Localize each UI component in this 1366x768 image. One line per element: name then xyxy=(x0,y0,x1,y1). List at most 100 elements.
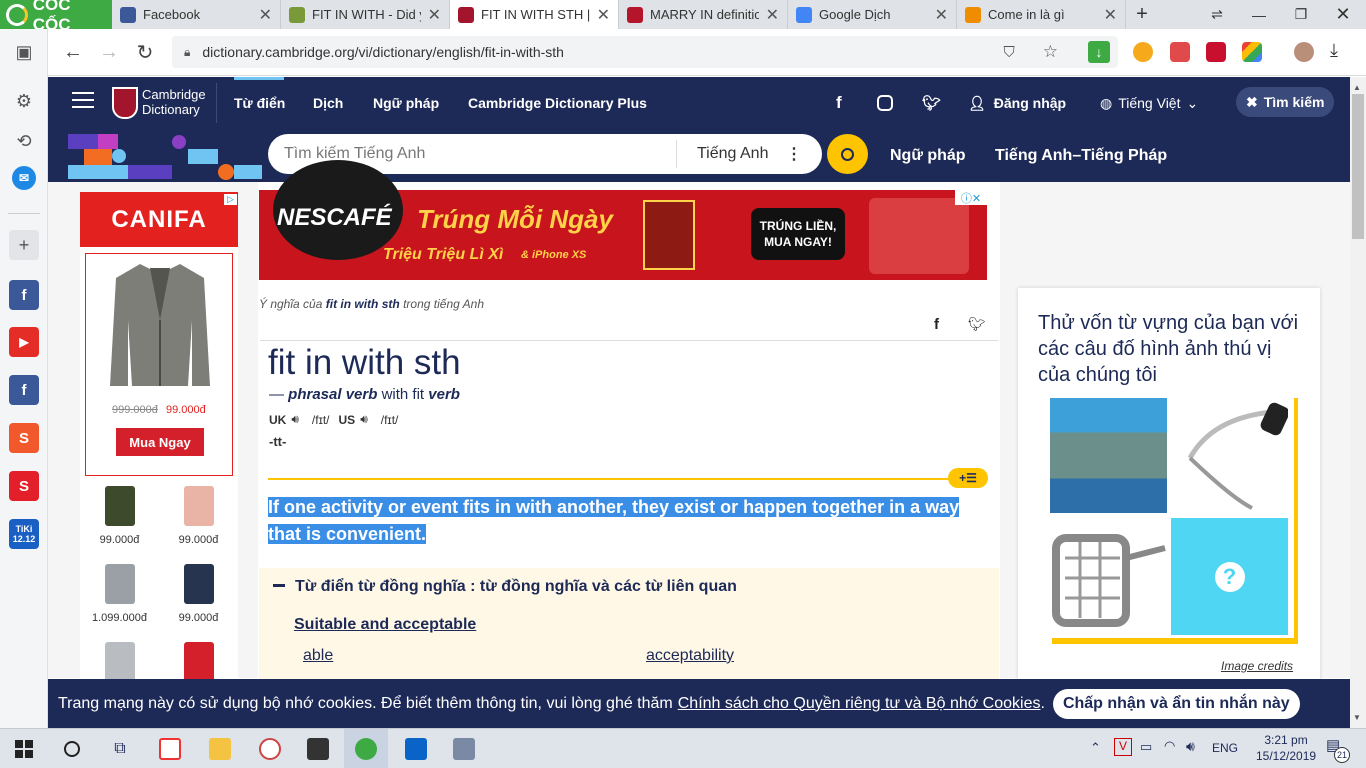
clock[interactable]: 3:21 pm 15/12/2019 xyxy=(1256,732,1316,764)
downloads-icon[interactable]: ⤓ xyxy=(1330,40,1338,61)
us-audio-icon[interactable]: 🔊︎ xyxy=(360,412,368,427)
tab-5[interactable]: Google Dịch ✕ xyxy=(788,0,957,29)
tab-4[interactable]: MARRY IN definition ✕ xyxy=(619,0,788,29)
volume-icon[interactable]: 🔊︎ xyxy=(1186,738,1195,755)
taskbar-app-icon[interactable] xyxy=(148,729,192,768)
tab-close-icon[interactable]: ✕ xyxy=(1104,5,1117,25)
scroll-up-icon[interactable]: ▲ xyxy=(1353,83,1361,92)
band-link-grammar[interactable]: Ngữ pháp xyxy=(890,129,966,182)
file-explorer-icon[interactable] xyxy=(198,729,242,768)
paint-icon[interactable] xyxy=(248,729,292,768)
search-circle-icon[interactable] xyxy=(50,729,94,768)
product-tile[interactable]: 99.000đ xyxy=(80,484,159,560)
task-view-icon[interactable]: ⧉ xyxy=(98,729,142,768)
cookie-policy-link[interactable]: Chính sách cho Quyền riêng tư và Bộ nhớ … xyxy=(678,695,1041,713)
peeler-image[interactable] xyxy=(1172,398,1288,513)
forward-icon[interactable]: → xyxy=(92,35,126,69)
product-tile[interactable]: 99.000đ xyxy=(159,484,238,560)
buy-now-button[interactable]: Mua Ngay xyxy=(116,428,204,456)
sticky-notes-icon[interactable] xyxy=(296,729,340,768)
windows-start-icon[interactable] xyxy=(2,729,46,768)
related-word-able[interactable]: able xyxy=(303,647,333,665)
thesaurus-group[interactable]: Suitable and acceptable xyxy=(294,616,476,634)
quiz-title[interactable]: Thử vốn từ vựng của bạn với các câu đố h… xyxy=(1038,310,1300,388)
new-tab-icon[interactable]: + xyxy=(1128,0,1156,29)
product-tile[interactable]: 1.099.000đ xyxy=(80,562,159,638)
site-logo[interactable]: Cambridge Dictionary xyxy=(142,87,206,117)
share-facebook-icon[interactable]: f xyxy=(934,316,939,333)
search-toggle-button[interactable]: ✖ Tìm kiếm xyxy=(1236,87,1335,117)
band-link-english-french[interactable]: Tiếng Anh–Tiếng Pháp xyxy=(995,129,1167,182)
restore-icon[interactable]: ❐ xyxy=(1280,0,1322,29)
collapse-minus-icon[interactable] xyxy=(273,584,285,587)
quiz-images[interactable]: ? xyxy=(1044,390,1294,638)
uk-audio-icon[interactable]: 🔊︎ xyxy=(291,412,299,427)
address-bar[interactable]: 🔒︎ dictionary.cambridge.org/vi/dictionar… xyxy=(172,36,1118,68)
coccoc-extension-icon[interactable] xyxy=(1133,42,1153,62)
app-icon[interactable] xyxy=(442,729,486,768)
accept-cookies-button[interactable]: Chấp nhận và ẩn tin nhắn này xyxy=(1052,688,1300,719)
product-card[interactable]: 999.000đ 99.000đ Mua Ngay xyxy=(85,253,233,476)
twitter-icon[interactable]: 🐦︎ xyxy=(922,77,941,129)
tab-close-icon[interactable]: ✕ xyxy=(259,5,272,25)
close-window-icon[interactable]: ✕ xyxy=(1322,0,1364,29)
tray-expand-icon[interactable]: ⌃ xyxy=(1090,740,1101,756)
nav-dictionary-plus[interactable]: Cambridge Dictionary Plus xyxy=(468,77,647,129)
tray-v-icon[interactable]: V xyxy=(1114,738,1132,756)
tab-close-icon[interactable]: ✕ xyxy=(935,5,948,25)
login-link[interactable]: 👤︎ Đăng nhập xyxy=(968,77,1066,129)
download-page-icon[interactable]: ↓ xyxy=(1088,41,1110,63)
scroll-thumb[interactable] xyxy=(1352,94,1364,239)
messenger-icon[interactable]: ✉ xyxy=(12,166,36,190)
nav-dictionary[interactable]: Từ điển xyxy=(234,77,285,129)
tab-2[interactable]: FIT IN WITH - Did you ✕ xyxy=(281,0,450,29)
tab-1[interactable]: Facebook ✕ xyxy=(112,0,281,29)
input-language[interactable]: ENG xyxy=(1212,741,1238,755)
outlook-icon[interactable] xyxy=(394,729,438,768)
facebook-icon[interactable]: f xyxy=(836,77,842,129)
reload-icon[interactable]: ↻ xyxy=(128,35,162,69)
coccoc-browser-icon[interactable] xyxy=(344,729,388,768)
instagram-icon[interactable] xyxy=(877,95,893,111)
youtube-shortcut-icon[interactable]: ▶ xyxy=(9,327,39,357)
dictionary-select[interactable]: Tiếng Anh xyxy=(677,145,768,163)
ad-info-close-icon[interactable]: ⓘ✕ xyxy=(955,190,987,205)
canifa-ad-header[interactable]: CANIFA xyxy=(80,192,238,247)
search-button[interactable] xyxy=(827,134,868,174)
color-extension-icon[interactable] xyxy=(1242,42,1262,62)
thesaurus-title[interactable]: Từ điển từ đồng nghĩa : từ đồng nghĩa và… xyxy=(295,578,737,596)
facebook-shortcut-icon[interactable]: f xyxy=(9,280,39,310)
facebook-shortcut-icon-2[interactable]: f xyxy=(9,375,39,405)
sendo-shortcut-icon[interactable]: S xyxy=(9,471,39,501)
cambridge-crest-icon[interactable] xyxy=(112,87,138,119)
back-icon[interactable]: ← xyxy=(56,35,90,69)
profile-avatar[interactable] xyxy=(1294,42,1314,62)
adblock-icon[interactable] xyxy=(1170,42,1190,62)
nav-translate[interactable]: Dịch xyxy=(313,77,343,129)
bookmark-star-icon[interactable]: ☆ xyxy=(1043,42,1058,62)
masher-image[interactable] xyxy=(1050,518,1167,635)
menu-hamburger-icon[interactable] xyxy=(72,92,94,94)
settings-gear-icon[interactable]: ⚙ xyxy=(9,86,39,116)
add-to-list-icon[interactable]: +☰ xyxy=(948,468,988,488)
tab-list-icon[interactable]: ⇌ xyxy=(1196,0,1238,29)
more-vertical-icon[interactable]: ⋮ xyxy=(786,144,802,164)
sidebar-toggle-icon[interactable]: ▣ xyxy=(9,37,39,67)
language-selector[interactable]: ◍ Tiếng Việt ⌄ xyxy=(1100,77,1198,129)
shield-icon[interactable]: ⛉ xyxy=(1003,44,1014,61)
browser-brand[interactable]: CỐC CỐC xyxy=(0,0,112,34)
wifi-icon[interactable]: ◠ xyxy=(1164,738,1175,754)
tiki-shortcut-icon[interactable]: TiKi 12.12 xyxy=(9,519,39,549)
shopee-shortcut-icon[interactable]: S xyxy=(9,423,39,453)
nav-grammar[interactable]: Ngữ pháp xyxy=(373,77,439,129)
tab-close-icon[interactable]: ✕ xyxy=(597,5,610,25)
tab-close-icon[interactable]: ✕ xyxy=(766,5,779,25)
scroll-down-icon[interactable]: ▼ xyxy=(1353,713,1361,722)
page-scrollbar[interactable]: ▲ ▼ xyxy=(1350,77,1366,728)
battery-icon[interactable]: ▭ xyxy=(1140,739,1152,755)
adchoices-icon[interactable]: ▷ xyxy=(224,194,237,205)
share-twitter-icon[interactable]: 🐦︎ xyxy=(968,316,986,333)
tab-3[interactable]: FIT IN WITH STH | Đị ✕ xyxy=(450,0,619,29)
nescafe-banner-ad[interactable]: NESCAFÉ Trúng Mỗi Ngày Triệu Triệu Lì Xì… xyxy=(259,160,987,280)
product-tile[interactable]: 99.000đ xyxy=(159,562,238,638)
